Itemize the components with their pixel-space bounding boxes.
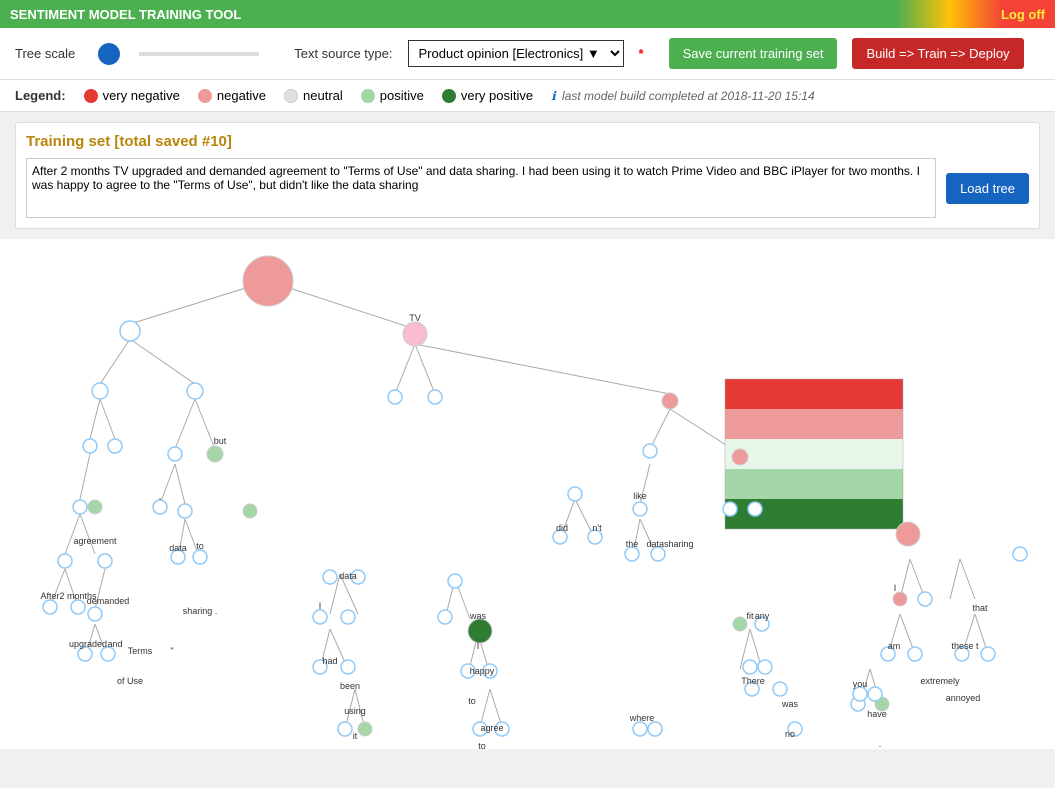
svg-text:Terms: Terms (128, 646, 153, 656)
svg-text:did: did (556, 523, 568, 533)
svg-text:I: I (894, 583, 897, 593)
training-textarea[interactable] (26, 158, 936, 218)
legend-bar: Legend: very negative negative neutral p… (0, 80, 1055, 112)
svg-text:happy: happy (470, 666, 495, 676)
source-type-label: Text source type: (294, 46, 392, 61)
svg-text:of Use: of Use (117, 676, 143, 686)
svg-text:was: was (781, 699, 799, 709)
svg-text:where: where (629, 713, 655, 723)
svg-text:datasharing: datasharing (646, 539, 693, 549)
svg-text:no: no (785, 729, 795, 739)
load-tree-button[interactable]: Load tree (946, 173, 1029, 204)
very-negative-dot (84, 89, 98, 103)
neutral-dot (284, 89, 298, 103)
legend-neutral: neutral (284, 88, 343, 103)
svg-text:had: had (322, 656, 337, 666)
svg-text:been: been (340, 681, 360, 691)
svg-text:annoyed: annoyed (946, 693, 981, 703)
training-title: Training set [total saved #10] (26, 133, 1029, 150)
svg-text:There: There (741, 676, 765, 686)
svg-text:": " (170, 646, 173, 656)
legend-very-negative: very negative (84, 88, 180, 103)
build-button[interactable]: Build => Train => Deploy (852, 38, 1023, 69)
svg-text:,: , (159, 491, 162, 501)
svg-text:using: using (344, 706, 366, 716)
svg-text:fit: fit (746, 611, 754, 621)
training-section: Training set [total saved #10] Load tree (15, 122, 1040, 229)
very-positive-dot (442, 89, 456, 103)
build-info-text: last model build completed at 2018-11-20… (562, 89, 815, 103)
required-asterisk: * (639, 46, 644, 61)
source-type-select[interactable]: Product opinion [Electronics] ▼ News Rev… (408, 40, 624, 67)
legend-label: Legend: (15, 88, 66, 103)
svg-text:to: to (468, 696, 476, 706)
app-title: SENTIMENT MODEL TRAINING TOOL (10, 7, 1001, 22)
very-positive-label: very positive (461, 88, 533, 103)
legend-negative: negative (198, 88, 266, 103)
svg-text:upgraded: upgraded (69, 639, 107, 649)
build-info: ℹ last model build completed at 2018-11-… (551, 89, 815, 103)
svg-text:am: am (888, 641, 901, 651)
tree-visualization: upgraded and After 2 months agreement de… (0, 239, 1055, 749)
svg-text:have: have (867, 709, 887, 719)
svg-text:agreement: agreement (73, 536, 117, 546)
svg-text:to: to (196, 541, 204, 551)
tree-scale-indicator (98, 43, 120, 65)
svg-text:sharing .: sharing . (183, 606, 218, 616)
svg-text:data: data (339, 571, 357, 581)
logout-button[interactable]: Log off (1001, 7, 1045, 22)
positive-label: positive (380, 88, 424, 103)
svg-text:I: I (319, 601, 322, 611)
svg-text:data: data (169, 543, 187, 553)
toolbar: Tree scale Text source type: Product opi… (0, 28, 1055, 80)
svg-text:but: but (214, 436, 227, 446)
svg-text:and: and (107, 639, 122, 649)
neutral-label: neutral (303, 88, 343, 103)
negative-dot (198, 89, 212, 103)
svg-text:After: After (40, 591, 59, 601)
svg-text:TV: TV (409, 313, 421, 323)
positive-dot (361, 89, 375, 103)
svg-text:the: the (626, 539, 639, 549)
svg-text:that: that (972, 603, 988, 613)
svg-text:extremely: extremely (920, 676, 960, 686)
app-header: SENTIMENT MODEL TRAINING TOOL Log off (0, 0, 1055, 28)
svg-text:I: I (477, 641, 480, 651)
svg-text:any: any (755, 611, 770, 621)
legend-positive: positive (361, 88, 424, 103)
svg-text:n't: n't (592, 523, 602, 533)
svg-text:demanded: demanded (87, 596, 130, 606)
svg-text:you: you (853, 679, 868, 689)
svg-text:it: it (353, 731, 358, 741)
svg-text:agree: agree (480, 723, 503, 733)
info-icon: ℹ (551, 89, 556, 103)
negative-label: negative (217, 88, 266, 103)
save-button[interactable]: Save current training set (669, 38, 838, 69)
training-row: Load tree (26, 158, 1029, 218)
very-negative-label: very negative (103, 88, 180, 103)
svg-text:these t: these t (951, 641, 979, 651)
tree-scale-label: Tree scale (15, 46, 75, 61)
svg-text:like: like (633, 491, 647, 501)
svg-text:.: . (879, 739, 882, 749)
legend-very-positive: very positive (442, 88, 533, 103)
svg-text:was: was (469, 611, 487, 621)
svg-text:to: to (478, 741, 486, 749)
